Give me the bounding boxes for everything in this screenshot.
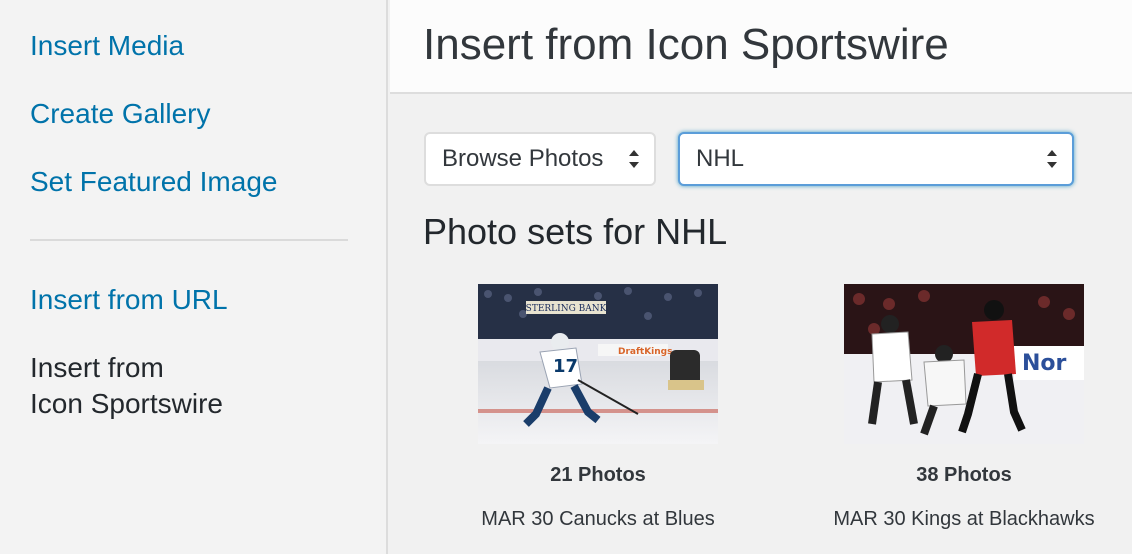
insert-media-link[interactable]: Insert Media (30, 29, 184, 63)
photoset-thumbnail[interactable]: STERLING BANK DraftKings 17 (478, 284, 718, 444)
menu-separator (30, 239, 348, 241)
modal-content: Browse Photos NHL Photo sets for NHL STE… (390, 94, 1132, 554)
create-gallery-link[interactable]: Create Gallery (30, 97, 211, 131)
photoset-caption[interactable]: MAR 30 Canucks at Blues (463, 506, 733, 532)
svg-text:17: 17 (553, 356, 578, 377)
media-menu-sidebar: Insert Media Create Gallery Set Featured… (0, 0, 388, 554)
browse-type-select[interactable]: Browse Photos (424, 132, 656, 186)
media-modal: Insert Media Create Gallery Set Featured… (0, 0, 1132, 554)
svg-text:Nor: Nor (1022, 351, 1067, 376)
photoset-caption[interactable]: MAR 30 Kings at Blackhawks (829, 506, 1099, 532)
photo-sets-heading: Photo sets for NHL (423, 211, 728, 252)
photoset-count: 21 Photos (550, 464, 646, 486)
insert-from-icon-sportswire-current[interactable]: Insert from Icon Sportswire (30, 350, 223, 422)
photoset-item[interactable]: Nor 38 Photos MAR 30 Kings at Blackhawks (829, 284, 1099, 532)
insert-from-url-link[interactable]: Insert from URL (30, 283, 228, 317)
photoset-item[interactable]: STERLING BANK DraftKings 17 21 Photos MA… (463, 284, 733, 532)
photoset-count: 38 Photos (916, 464, 1012, 486)
photoset-thumbnail[interactable]: Nor (844, 284, 1084, 444)
svg-text:STERLING BANK: STERLING BANK (526, 304, 607, 314)
current-label-line1: Insert from (30, 352, 164, 383)
modal-header: Insert from Icon Sportswire (390, 0, 1132, 94)
select-arrows-icon (1046, 134, 1060, 184)
svg-text:DraftKings: DraftKings (618, 347, 672, 357)
current-label-line2: Icon Sportswire (30, 388, 223, 419)
set-featured-image-link[interactable]: Set Featured Image (30, 165, 277, 199)
browse-type-value: Browse Photos (442, 145, 604, 172)
league-select[interactable]: NHL (678, 132, 1074, 186)
page-title: Insert from Icon Sportswire (423, 20, 949, 69)
select-arrows-icon (628, 134, 642, 184)
league-value: NHL (696, 145, 745, 172)
